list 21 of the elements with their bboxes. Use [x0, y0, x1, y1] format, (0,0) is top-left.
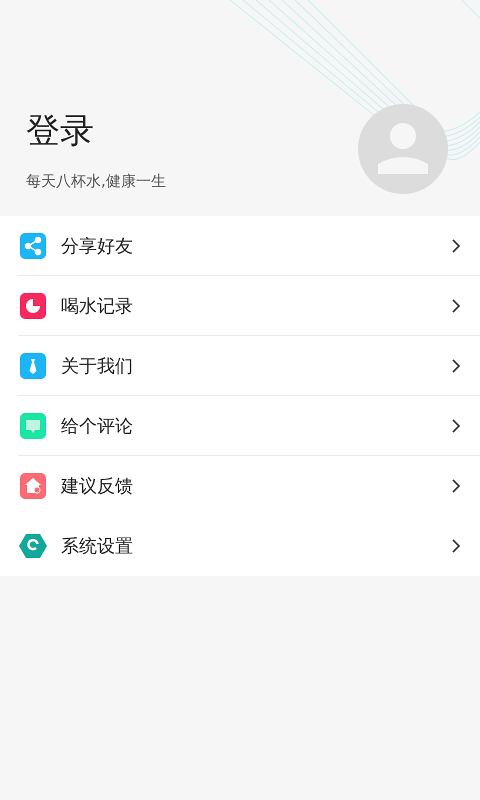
chevron-icon	[451, 478, 461, 494]
chevron-icon	[451, 238, 461, 254]
chevron-icon	[451, 298, 461, 314]
slogan-text: 每天八杯水,健康一生	[26, 172, 166, 191]
avatar-icon[interactable]	[358, 104, 448, 194]
menu-item[interactable]: 建议反馈	[0, 456, 480, 516]
menu-label: 喝水记录	[61, 295, 134, 318]
chevron-icon	[451, 358, 461, 374]
login-title[interactable]: 登录	[26, 108, 94, 154]
menu-label: 系统设置	[61, 535, 134, 558]
menu-label: 分享好友	[61, 235, 134, 258]
chevron-icon	[451, 418, 461, 434]
menu-label: 关于我们	[61, 355, 134, 378]
menu-item[interactable]: 关于我们	[0, 336, 480, 396]
menu-label: 建议反馈	[61, 475, 134, 498]
menu-item[interactable]: 系统设置	[0, 516, 480, 576]
menu-item[interactable]: 喝水记录	[0, 276, 480, 336]
menu-item[interactable]: 给个评论	[0, 396, 480, 456]
menu-label: 给个评论	[61, 415, 134, 438]
chevron-icon	[451, 538, 461, 554]
menu-item[interactable]: 分享好友	[0, 216, 480, 276]
